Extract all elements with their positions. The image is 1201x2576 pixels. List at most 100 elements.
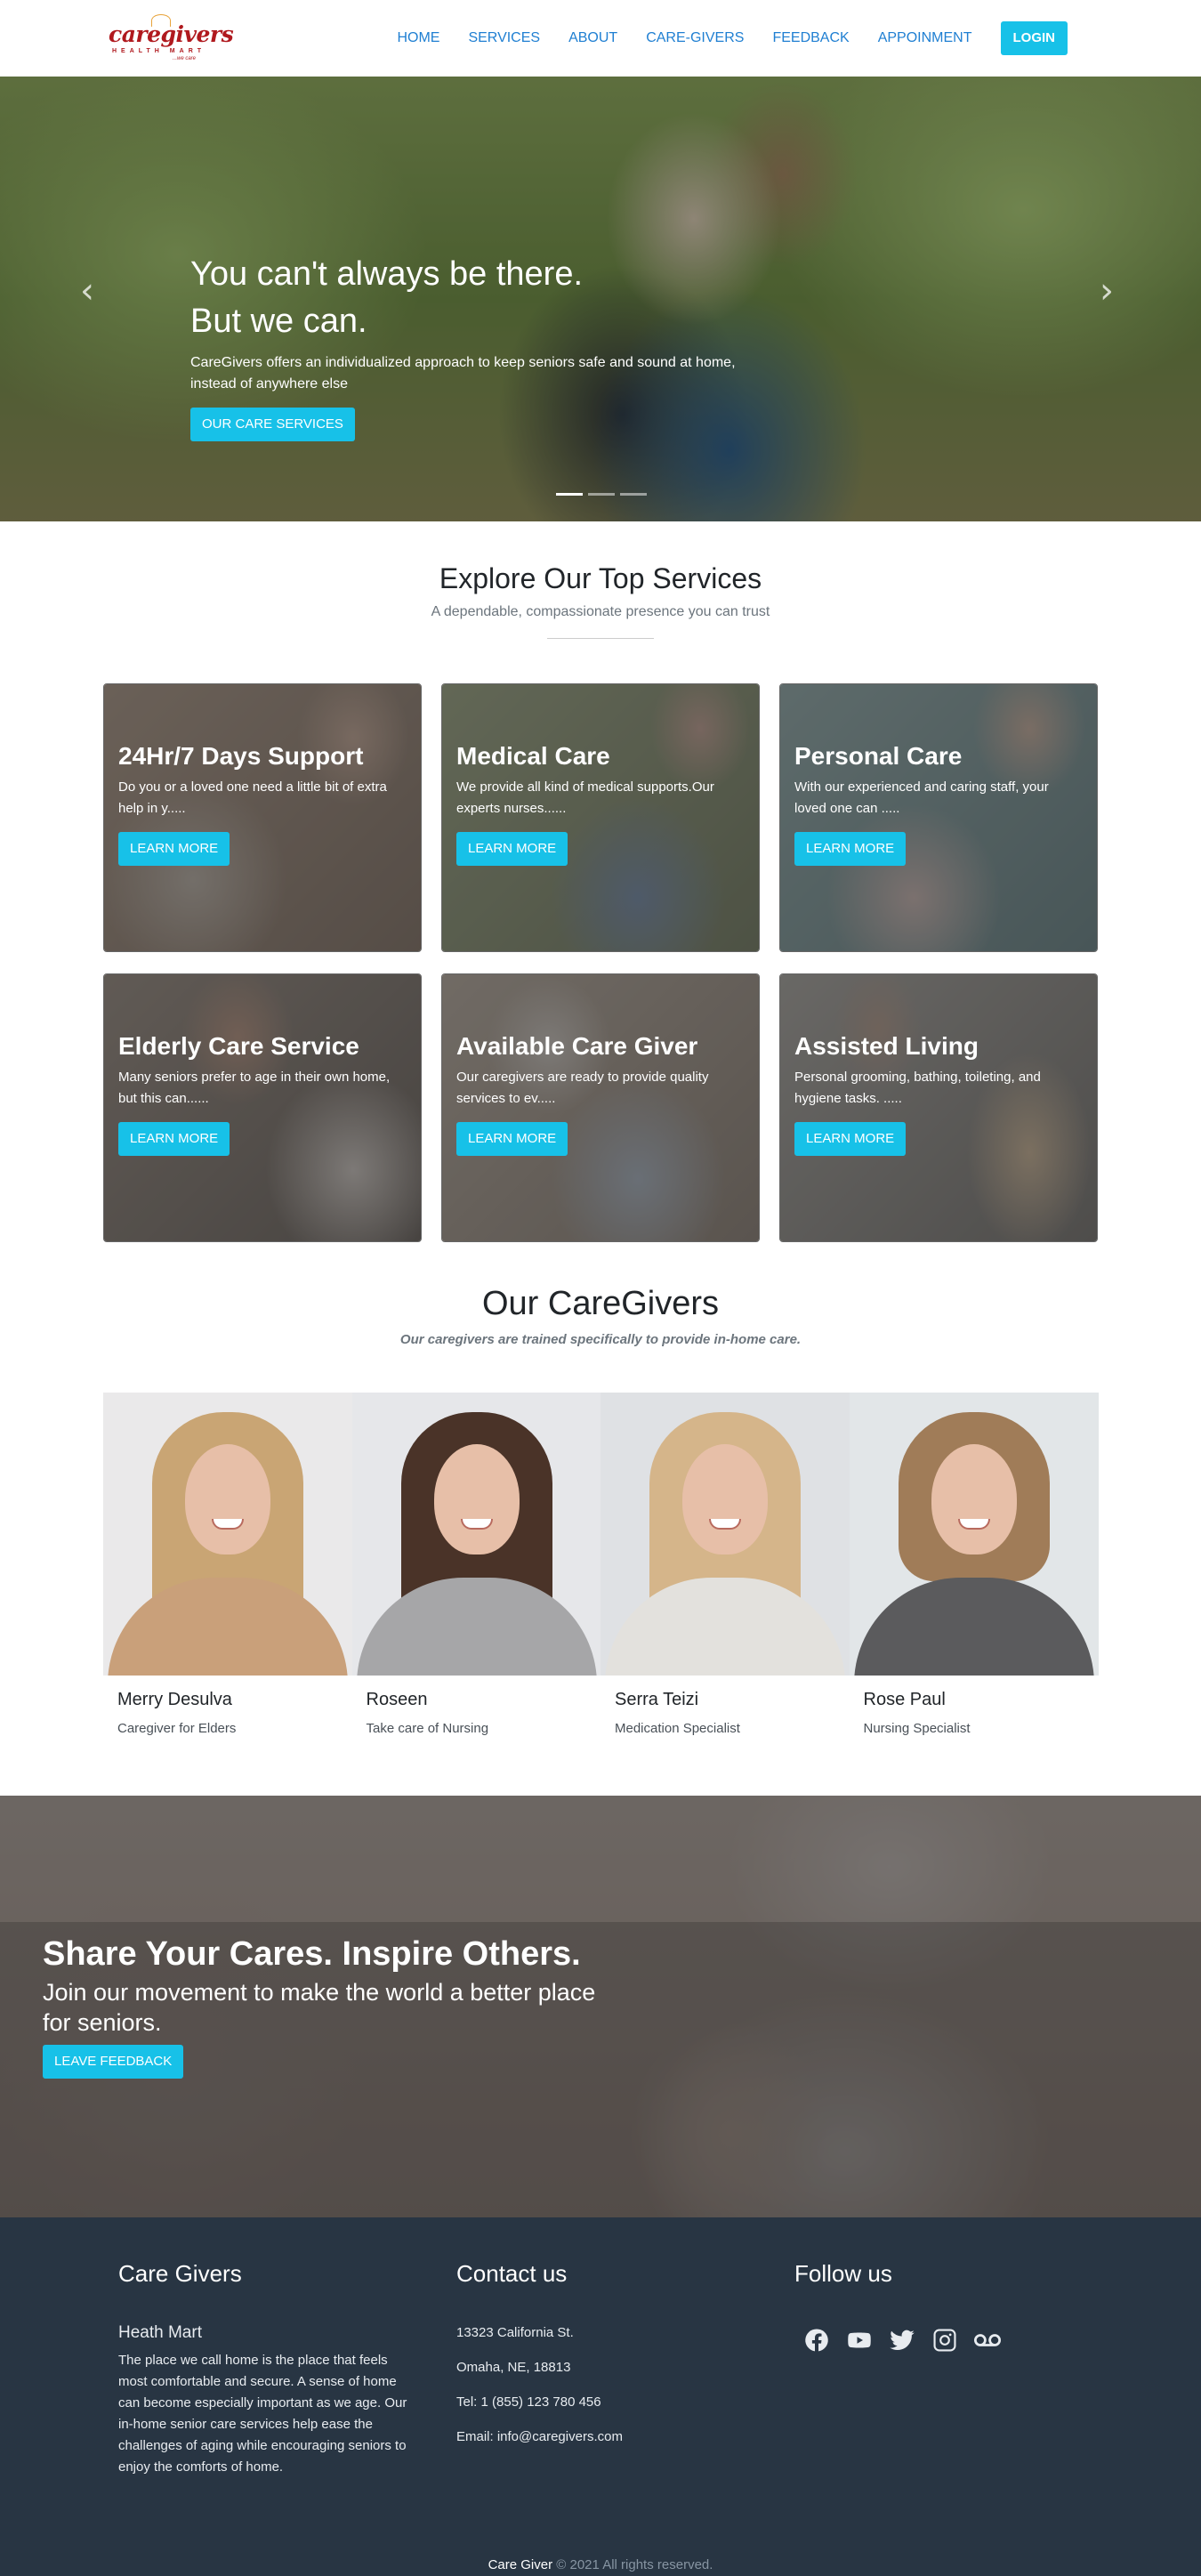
service-title: Personal Care — [794, 742, 963, 770]
chevron-left-icon[interactable]: ‹ — [80, 273, 107, 309]
caregiver-card: Merry Desulva Caregiver for Elders — [103, 1393, 352, 1736]
footer-about-subtitle: Heath Mart — [118, 2323, 202, 2342]
carousel-indicator-3[interactable] — [620, 493, 647, 496]
nav-about[interactable]: ABOUT — [568, 22, 617, 54]
caregivers-subtitle: Our caregivers are trained specifically … — [399, 1332, 802, 1347]
learn-more-button[interactable]: LEARN MORE — [456, 1122, 568, 1156]
instagram-icon[interactable] — [931, 2327, 958, 2354]
footer-contact: Contact us 13323 California St. Omaha, N… — [456, 2260, 750, 2444]
feedback-title: Share Your Cares. Inspire Others. — [43, 1935, 581, 1973]
contact-address-line1: 13323 California St. — [456, 2325, 574, 2340]
service-title: Available Care Giver — [456, 1032, 698, 1060]
service-card-medical: Medical Care We provide all kind of medi… — [441, 683, 760, 952]
caregiver-role: Nursing Specialist — [863, 1721, 971, 1736]
learn-more-button[interactable]: LEARN MORE — [794, 832, 907, 866]
twitter-icon[interactable] — [889, 2327, 915, 2354]
service-text: We provide all kind of medical supports.… — [456, 779, 714, 816]
copyright: Care Giver © 2021 All rights reserved. — [0, 2557, 1201, 2572]
leave-feedback-button[interactable]: LEAVE FEEDBACK — [43, 2045, 184, 2079]
caregivers-title: Our CareGivers — [481, 1285, 720, 1322]
service-title: 24Hr/7 Days Support — [118, 742, 364, 770]
service-title: Assisted Living — [794, 1032, 979, 1060]
nav-home[interactable]: HOME — [397, 22, 439, 54]
copyright-text: © 2021 All rights reserved. — [552, 2557, 713, 2572]
caregiver-name: Roseen — [366, 1690, 428, 1709]
service-card-assisted: Assisted Living Personal grooming, bathi… — [779, 973, 1098, 1242]
service-title: Medical Care — [456, 742, 610, 770]
caregiver-photo — [103, 1393, 352, 1676]
learn-more-button[interactable]: LEARN MORE — [456, 832, 568, 866]
caregivers-list: Merry Desulva Caregiver for Elders Rosee… — [103, 1393, 1099, 1736]
footer-follow-title: Follow us — [794, 2260, 892, 2287]
contact-phone[interactable]: Tel: 1 (855) 123 780 456 — [456, 2394, 750, 2410]
hero-carousel: You can't always be there. But we can. C… — [0, 77, 1201, 521]
nav-feedback[interactable]: FEEDBACK — [772, 22, 849, 54]
service-text: Our caregivers are ready to provide qual… — [456, 1070, 709, 1106]
contact-email[interactable]: Email: info@caregivers.com — [456, 2429, 750, 2444]
caregiver-name: Rose Paul — [863, 1690, 946, 1709]
caregiver-role: Medication Specialist — [615, 1721, 740, 1736]
nav-menu: HOME SERVICES ABOUT CARE-GIVERS FEEDBACK… — [368, 21, 1068, 55]
copyright-brand[interactable]: Care Giver — [488, 2557, 553, 2572]
hero-description: CareGivers offers an individualized appr… — [190, 355, 736, 392]
carousel-indicator-1[interactable] — [556, 493, 583, 496]
service-text: Personal grooming, bathing, toileting, a… — [794, 1070, 1041, 1106]
services-grid: 24Hr/7 Days Support Do you or a loved on… — [103, 683, 1098, 1242]
feedback-subtitle: Join our movement to make the world a be… — [43, 1979, 596, 2036]
caregiver-card: Roseen Take care of Nursing — [351, 1393, 601, 1736]
carousel-indicator-2[interactable] — [588, 493, 615, 496]
footer-about: Care Givers Heath Mart The place we call… — [118, 2260, 412, 2478]
caregiver-name: Merry Desulva — [117, 1690, 232, 1709]
caregiver-card: Rose Paul Nursing Specialist — [849, 1393, 1099, 1736]
service-text: Do you or a loved one need a little bit … — [118, 779, 387, 816]
feedback-banner: Share Your Cares. Inspire Others. Join o… — [0, 1796, 1201, 2217]
facebook-icon[interactable] — [803, 2327, 830, 2354]
footer-contact-title: Contact us — [456, 2260, 568, 2287]
service-card-elderly: Elderly Care Service Many seniors prefer… — [103, 973, 422, 1242]
caregivers-logo[interactable]: caregivers HEALTH MART ...we care — [107, 12, 234, 64]
voicemail-icon[interactable] — [974, 2327, 1001, 2354]
services-title: Explore Our Top Services — [439, 562, 762, 594]
learn-more-button[interactable]: LEARN MORE — [118, 1122, 230, 1156]
service-text: With our experienced and caring staff, y… — [794, 779, 1049, 816]
hero-title-line1: You can't always be there. — [190, 255, 584, 293]
logo-name: caregivers — [109, 21, 234, 47]
social-links — [803, 2327, 1088, 2354]
hero-title-line2: But we can. — [190, 303, 367, 340]
caregiver-name: Serra Teizi — [615, 1690, 699, 1709]
logo-sub: HEALTH MART — [112, 48, 206, 54]
service-title: Elderly Care Service — [118, 1032, 359, 1060]
logo-tagline: ...we care — [173, 56, 197, 61]
footer: Care Givers Heath Mart The place we call… — [0, 2217, 1201, 2576]
our-care-services-button[interactable]: OUR CARE SERVICES — [190, 408, 355, 441]
youtube-icon[interactable] — [846, 2327, 873, 2354]
caregiver-role: Caregiver for Elders — [117, 1721, 237, 1736]
hero-caption: You can't always be there. But we can. C… — [190, 251, 760, 441]
caregiver-photo — [351, 1393, 601, 1676]
footer-follow: Follow us — [794, 2260, 1088, 2354]
learn-more-button[interactable]: LEARN MORE — [794, 1122, 907, 1156]
footer-about-text: The place we call home is the place that… — [118, 2353, 407, 2475]
nav-services[interactable]: SERVICES — [468, 22, 540, 54]
nav-appointment[interactable]: APPOINMENT — [878, 22, 972, 54]
service-card-support: 24Hr/7 Days Support Do you or a loved on… — [103, 683, 422, 952]
caregiver-card: Serra Teizi Medication Specialist — [600, 1393, 850, 1736]
navbar: caregivers HEALTH MART ...we care HOME S… — [0, 0, 1201, 77]
nav-care-givers[interactable]: CARE-GIVERS — [646, 22, 744, 54]
caregivers-header: Our CareGivers Our caregivers are traine… — [0, 1285, 1201, 1347]
service-text: Many seniors prefer to age in their own … — [118, 1070, 391, 1106]
services-divider — [547, 638, 654, 639]
service-card-available: Available Care Giver Our caregivers are … — [441, 973, 760, 1242]
services-subtitle: A dependable, compassionate presence you… — [431, 604, 770, 619]
learn-more-button[interactable]: LEARN MORE — [118, 832, 230, 866]
services-header: Explore Our Top Services A dependable, c… — [0, 562, 1201, 639]
caregiver-photo — [849, 1393, 1099, 1676]
chevron-right-icon[interactable]: › — [1100, 273, 1126, 309]
caregiver-role: Take care of Nursing — [366, 1721, 489, 1736]
carousel-indicators — [553, 493, 649, 496]
service-card-personal: Personal Care With our experienced and c… — [779, 683, 1098, 952]
contact-address-line2: Omaha, NE, 18813 — [456, 2360, 571, 2375]
login-button[interactable]: LOGIN — [1000, 21, 1068, 55]
footer-about-title: Care Givers — [118, 2260, 242, 2287]
caregiver-photo — [600, 1393, 850, 1676]
